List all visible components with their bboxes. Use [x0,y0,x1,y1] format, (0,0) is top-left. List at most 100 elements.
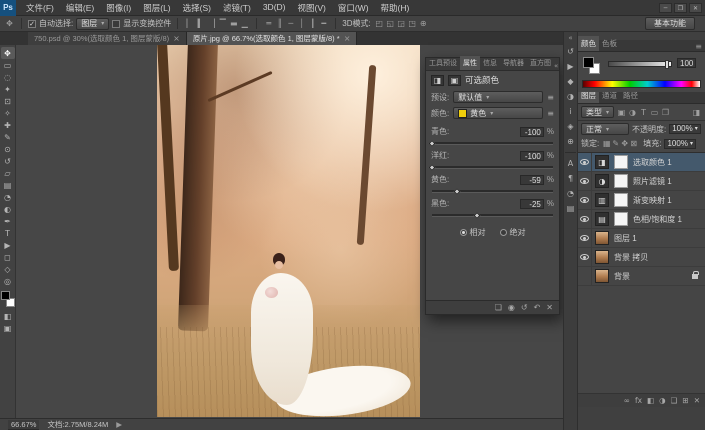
3d-mode-button[interactable]: ◲ [396,18,407,29]
menu-item[interactable]: 滤镜(T) [217,2,257,14]
slider-value-field[interactable]: -59 [519,174,544,185]
align-button[interactable]: ▁ [239,18,250,29]
layers-footer-icon[interactable]: ❑ [671,396,678,405]
tool-button[interactable]: ✧ [1,107,15,119]
panel-menu-icon[interactable]: ≡ [547,109,554,118]
auto-select-dropdown[interactable]: 图层 ▾ [76,17,110,30]
layer-row[interactable]: 图层 1 [578,229,705,248]
tab-close-icon[interactable]: × [173,34,180,43]
show-transform-checkbox[interactable] [112,19,121,28]
tool-button[interactable]: ✦ [1,83,15,95]
filter-toggle-icon[interactable]: ◨ [691,107,702,118]
opacity-field[interactable]: 100% ▾ [669,124,701,134]
panel-menu-icon[interactable]: ≡ [695,42,705,51]
layer-mask-thumbnail[interactable] [614,155,628,169]
dock-panel-icon[interactable]: ↺ [564,45,577,57]
align-button[interactable]: ▔ [217,18,228,29]
toolbar-mode-button[interactable]: ◧ [1,310,15,322]
layer-thumbnail[interactable] [595,231,609,245]
color-slider-value[interactable]: 100 [677,58,697,68]
layer-thumbnail[interactable] [595,250,609,264]
tool-button[interactable]: T [1,227,15,239]
layer-filter-button[interactable]: ❐ [660,107,671,118]
fill-field[interactable]: 100% ▾ [664,138,696,149]
layer-filter-button[interactable]: T [638,107,649,118]
mask-badge-icon[interactable]: ◨ [431,74,444,86]
dock-panel-icon[interactable]: A [564,157,577,169]
distribute-button[interactable]: ║ [274,18,285,29]
distribute-button[interactable]: ═ [263,18,274,29]
adjustment-badge-icon[interactable]: ▣ [448,74,461,86]
slider-track[interactable] [428,163,553,172]
layer-visibility-toggle[interactable] [578,210,592,228]
document-tab[interactable]: 原片.jpg @ 66.7%(选取颜色 1, 图层蒙版/8) * × [186,32,358,45]
layer-visibility-toggle[interactable] [578,172,592,190]
layer-row[interactable]: ◨ 选取颜色 1 [578,153,705,172]
tool-button[interactable]: ⊙ [1,143,15,155]
distribute-button[interactable]: ─ [285,18,296,29]
3d-mode-button[interactable]: ◳ [407,18,418,29]
tool-button[interactable]: ◐ [1,203,15,215]
tool-button[interactable]: ▭ [1,59,15,71]
dock-panel-icon[interactable]: i [564,105,577,117]
tool-button[interactable]: ✥ [0,47,15,59]
layer-mask-thumbnail[interactable] [614,212,628,226]
tool-button[interactable]: ◔ [1,191,15,203]
status-arrow-icon[interactable]: ▶ [116,420,122,429]
color-channel-dropdown[interactable]: 黄色 ▾ [453,107,544,119]
adjustment-layer-thumbnail[interactable]: ▤ [595,212,609,226]
lock-button[interactable]: ▦ [602,138,611,149]
panel-tab[interactable]: 工具预设 [426,56,460,70]
document-tab[interactable]: 750.psd @ 30%(选取颜色 1, 图层蒙版/8) × [28,32,187,45]
collapse-panel-icon[interactable]: « [554,62,561,70]
menu-item[interactable]: 编辑(E) [60,2,100,14]
align-button[interactable]: ▏ [184,18,195,29]
properties-footer-icon[interactable]: ✕ [546,303,553,312]
lock-button[interactable]: ✎ [611,138,620,149]
align-button[interactable]: ▕ [206,18,217,29]
method-radio[interactable]: 相对 [459,227,486,238]
expand-dock-icon[interactable]: « [568,34,572,42]
slider-thumb[interactable] [428,163,436,172]
close-button[interactable]: ✕ [689,2,702,13]
panel-tab[interactable]: 信息 [480,56,500,70]
color-spectrum-ramp[interactable] [582,80,701,88]
dock-panel-icon[interactable]: ⊕ [564,135,577,147]
layer-visibility-toggle[interactable] [578,153,592,171]
menu-item[interactable]: 3D(D) [257,2,292,14]
layers-footer-icon[interactable]: ∞ [624,396,630,405]
tool-button[interactable]: ▱ [1,167,15,179]
layer-filter-button[interactable]: ◑ [627,107,638,118]
tool-button[interactable]: ⊡ [1,95,15,107]
workspace-switcher-button[interactable]: 基本功能 [645,17,695,30]
slider-value-field[interactable]: -25 [519,198,544,209]
panel-tab[interactable]: 导航器 [500,56,527,70]
dock-panel-icon[interactable]: ◑ [564,90,577,102]
auto-select-checkbox[interactable]: ✓ [28,19,36,28]
panel-tab[interactable]: 直方图 [527,56,554,70]
tool-button[interactable]: ↺ [1,155,15,167]
foreground-color-swatch[interactable] [583,57,594,68]
align-button[interactable]: ▍ [195,18,206,29]
menu-item[interactable]: 图层(L) [137,2,176,14]
tool-button[interactable]: ✎ [1,131,15,143]
3d-mode-button[interactable]: ◱ [385,18,396,29]
layer-row[interactable]: ▥ 渐变映射 1 [578,191,705,210]
panel-tab[interactable]: 颜色 [578,36,599,51]
dock-panel-icon[interactable]: ▤ [564,202,577,214]
layer-visibility-toggle[interactable] [578,229,592,247]
slider-thumb[interactable] [473,211,481,220]
dock-panel-icon[interactable]: ¶ [564,172,577,184]
layers-footer-icon[interactable]: ◑ [659,396,666,405]
preset-dropdown[interactable]: 默认值 ▾ [453,91,544,103]
layer-filter-dropdown[interactable]: 类型 ▾ [581,106,615,118]
dock-panel-icon[interactable]: ◔ [564,187,577,199]
menu-item[interactable]: 视图(V) [292,2,332,14]
layer-filter-button[interactable]: ▣ [616,107,627,118]
method-radio[interactable]: 绝对 [499,227,526,238]
tool-button[interactable]: ✚ [1,119,15,131]
align-button[interactable]: ▬ [228,18,239,29]
layer-row[interactable]: 背景 [578,267,705,286]
foreground-color-swatch[interactable] [0,291,10,300]
properties-footer-icon[interactable]: ◉ [508,303,515,312]
